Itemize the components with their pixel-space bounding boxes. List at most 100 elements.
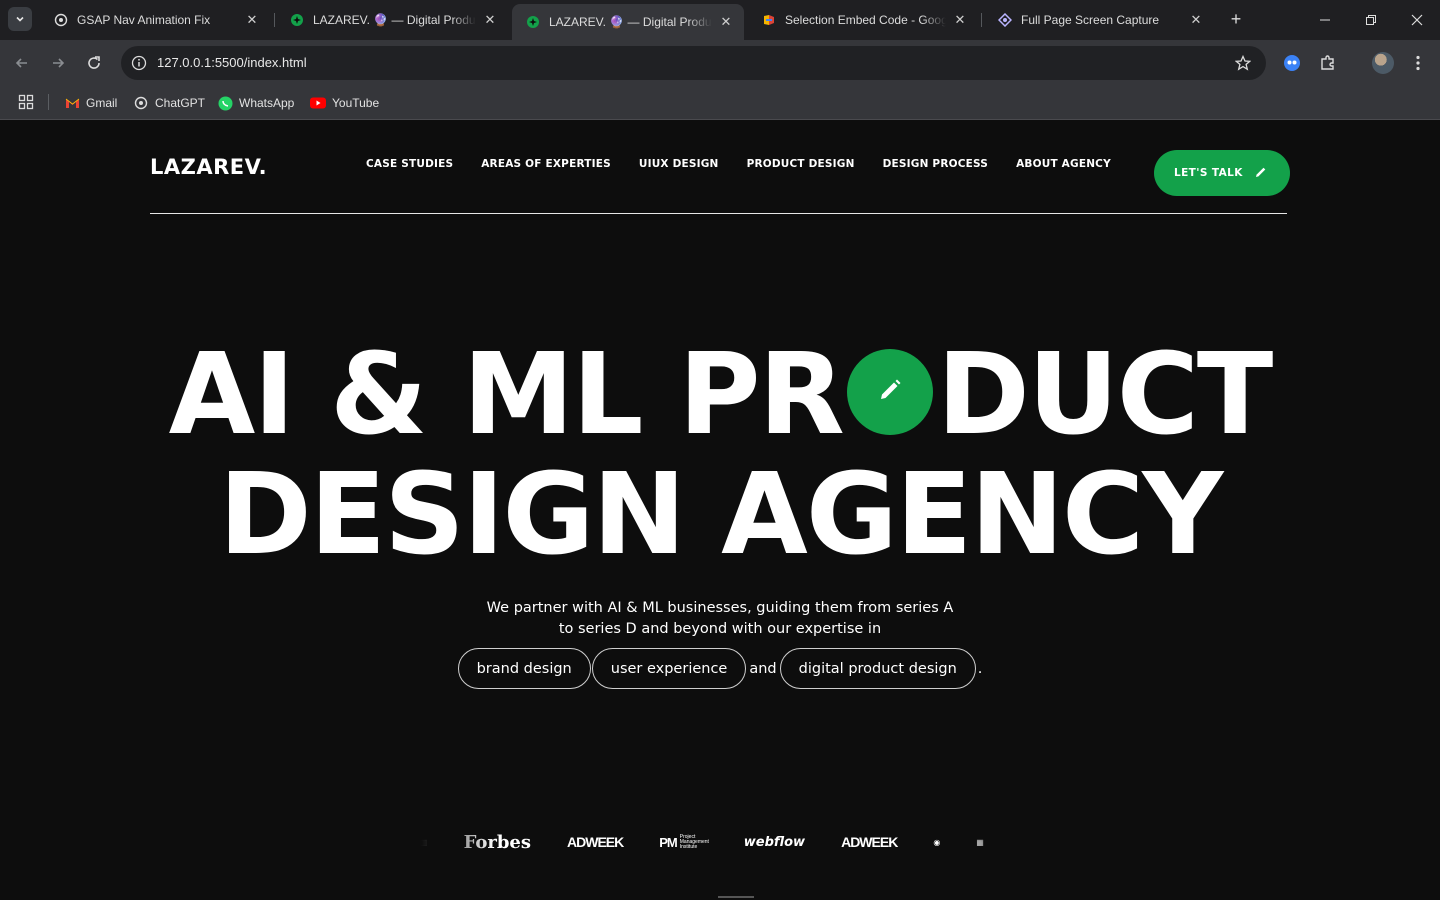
header-divider [150,213,1287,214]
new-tab-button[interactable]: + [1226,9,1246,29]
gmail-icon [64,95,80,111]
bookmark-label: ChatGPT [155,96,206,110]
reload-button[interactable] [83,52,105,74]
tab-title: Full Page Screen Capture [1021,13,1160,27]
nav-about-agency[interactable]: ABOUT AGENCY [1016,158,1111,170]
press-logo-att-icon: ◉ [933,837,941,847]
press-logo-partial: ▥ [420,837,428,847]
bookmarks-separator [48,94,49,110]
close-icon[interactable]: ✕ [952,12,968,28]
subtitle-line-1: We partner with AI & ML businesses, guid… [486,600,954,616]
press-logo-webflow: webflow [743,834,806,850]
bookmark-star-icon[interactable] [1234,54,1252,72]
tab-search-button[interactable] [8,7,32,31]
close-icon[interactable]: ✕ [482,12,498,28]
scroll-indicator [718,896,754,898]
tab-title: LAZAREV. 🔮 — Digital Product [313,13,476,27]
arrow-right-icon [53,58,65,68]
press-logo-pmi-partial: ▦ [976,837,984,847]
profile-avatar[interactable] [1372,52,1394,74]
green-circle-icon [526,15,540,29]
openai-icon [133,95,149,111]
nav-design-process[interactable]: DESIGN PROCESS [883,158,988,170]
hero-o-circle[interactable] [846,349,933,435]
webpage: LAZAREV. CASE STUDIES AREAS OF EXPERTIES… [0,121,1440,900]
hero-headline-line1: AI & ML PR DUCT [0,339,1440,451]
more-vertical-icon [1416,55,1420,71]
close-icon[interactable]: ✕ [1188,12,1204,28]
hero-subtitle: We partner with AI & ML businesses, guid… [0,598,1440,640]
restore-button[interactable] [1361,10,1381,30]
address-bar[interactable]: 127.0.0.1:5500/index.html [121,46,1266,80]
green-circle-icon [290,13,304,27]
hero-headline-line2: DESIGN AGENCY [218,450,1224,580]
tab-title: Selection Embed Code - Google [785,13,946,27]
close-icon [1411,14,1423,26]
tab-title: GSAP Nav Animation Fix [77,13,211,27]
close-window-button[interactable] [1407,10,1427,30]
google-apps-script-icon [762,13,776,27]
youtube-icon [310,95,326,111]
minimize-button[interactable] [1315,10,1335,30]
pencil-icon [1256,167,1266,177]
tab-4[interactable]: Full Page Screen Capture ✕ [984,5,1214,35]
forward-button[interactable] [47,52,69,74]
apps-grid-icon[interactable] [18,94,34,110]
tab-title: LAZAREV. 🔮 — Digital Product [549,15,712,29]
tab-1[interactable]: LAZAREV. 🔮 — Digital Product ✕ [276,5,508,35]
reload-icon [88,56,100,69]
back-button[interactable] [11,52,33,74]
minimize-icon [1320,19,1330,21]
press-logo-pmi: PM Project Management Institute [659,833,709,850]
browser-toolbar: 127.0.0.1:5500/index.html [0,40,1440,86]
tab-separator [274,13,275,27]
restore-icon [1366,15,1376,25]
tab-separator [981,13,982,27]
tab-3[interactable]: Selection Embed Code - Google ✕ [748,5,978,35]
subtitle-line-2: to series D and beyond with our expertis… [558,621,882,637]
close-icon[interactable]: ✕ [244,12,260,28]
pill-brand-design[interactable]: brand design [457,648,591,689]
close-icon[interactable]: ✕ [718,14,734,30]
site-info-icon[interactable] [130,54,148,72]
tab-2-active[interactable]: LAZAREV. 🔮 — Digital Product ✕ [512,4,744,40]
press-logo-adweek: ADWEEK [841,834,898,850]
camera-extension-icon [998,13,1012,27]
browser-menu-button[interactable] [1408,53,1428,73]
tab-0[interactable]: GSAP Nav Animation Fix ✕ [40,5,270,35]
bookmark-gmail[interactable]: Gmail [64,92,117,114]
site-logo[interactable]: LAZAREV. [150,155,267,179]
press-logo-adweek: ADWEEK [567,834,624,850]
pmi-text: Project Management Institute [679,833,709,850]
pill-digital-product-design[interactable]: digital product design [779,648,976,689]
nav-uiux-design[interactable]: UIUX DESIGN [639,158,719,170]
hero-text-part2: DUCT [936,330,1274,460]
extensions-menu-button[interactable] [1318,53,1338,73]
pill-user-experience[interactable]: user experience [591,648,747,689]
period-text: . [977,660,983,677]
tab-strip: GSAP Nav Animation Fix ✕ LAZAREV. 🔮 — Di… [0,0,1440,40]
pencil-icon [880,379,901,399]
nav-product-design[interactable]: PRODUCT DESIGN [747,158,855,170]
lets-talk-button[interactable]: LET'S TALK [1154,150,1290,196]
bookmark-whatsapp[interactable]: WhatsApp [217,92,294,114]
bookmarks-bar: Gmail ChatGPT WhatsApp YouTube [0,86,1440,120]
press-logos-marquee: ▥ Forbes ADWEEK PM Project Management Ins… [420,827,1040,857]
extension-icon [1284,55,1300,71]
bookmark-label: YouTube [332,96,380,110]
press-logo-forbes: Forbes [463,831,532,853]
url-text: 127.0.0.1:5500/index.html [157,55,307,70]
bookmark-label: Gmail [86,96,118,110]
puzzle-icon [1321,55,1334,70]
bookmark-chatgpt[interactable]: ChatGPT [133,92,205,114]
bookmark-youtube[interactable]: YouTube [310,92,379,114]
nav-case-studies[interactable]: CASE STUDIES [366,158,453,170]
main-nav: CASE STUDIES AREAS OF EXPERTIES UIUX DES… [366,158,1139,170]
pmi-mark-icon: PM [659,834,677,850]
extension-button[interactable] [1282,53,1302,73]
cta-label: LET'S TALK [1174,167,1243,179]
nav-areas-of-expertise[interactable]: AREAS OF EXPERTIES [481,158,611,170]
chevron-down-icon [16,16,24,22]
whatsapp-icon [217,95,233,111]
and-text: and [749,660,777,677]
